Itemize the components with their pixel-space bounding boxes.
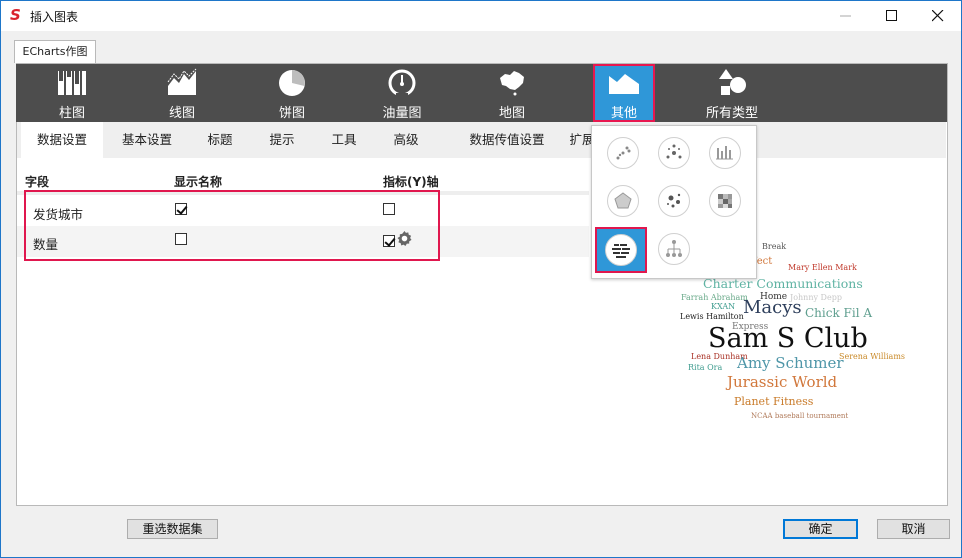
tab-data-passing[interactable]: 数据传值设置 (447, 122, 567, 158)
candlestick-chart-icon (716, 146, 733, 160)
heatmap-chart-option[interactable] (709, 185, 741, 217)
wordcloud-word: Planet Fitness (734, 395, 814, 408)
wordcloud-word: Lewis Hamilton (680, 312, 744, 321)
tool-other-chart[interactable]: 其他 (593, 64, 655, 122)
wordcloud-word: NCAA baseball tournament (751, 412, 849, 420)
tool-line-chart[interactable]: 线图 (147, 64, 217, 122)
wordcloud-word: Jurassic World (727, 373, 838, 391)
tab-advanced[interactable]: 高级 (381, 122, 431, 158)
minimize-icon (840, 15, 851, 17)
wordcloud-word: Macys (743, 297, 802, 318)
wordcloud-word: Sam S Club (708, 323, 868, 354)
wordcloud-word: KXAN (711, 302, 736, 311)
tool-label: 其他 (610, 106, 637, 121)
chart-type-toolbar: 柱图 线图 饼图 油量图 地图 其他 所有类型 (16, 64, 947, 122)
scatter-chart-option[interactable] (607, 137, 639, 169)
minimize-button[interactable] (823, 1, 869, 31)
tool-bar-chart[interactable]: 柱图 (37, 64, 107, 122)
column-header-y-axis: 指标(Y)轴 (383, 175, 439, 189)
tool-label: 地图 (498, 106, 525, 121)
title-bar[interactable]: S 插入图表 (1, 1, 961, 31)
tab-tooltip[interactable]: 提示 (257, 122, 307, 158)
tool-label: 线图 (168, 106, 195, 121)
candlestick-chart-option[interactable] (709, 137, 741, 169)
bar-chart-icon (58, 71, 86, 95)
tab-title[interactable]: 标题 (195, 122, 245, 158)
radar-chart-icon (614, 192, 632, 209)
tool-label: 饼图 (278, 106, 305, 121)
tab-echarts[interactable]: ECharts作图 (14, 40, 96, 63)
tool-all-types[interactable]: 所有类型 (697, 64, 767, 122)
all-types-icon (719, 69, 746, 95)
radial-scatter-option[interactable] (658, 137, 690, 169)
maximize-icon (886, 10, 897, 21)
gauge-chart-icon (388, 69, 416, 97)
wordcloud-word: Mary Ellen Mark (788, 263, 857, 272)
wordcloud-option-button (605, 234, 637, 266)
map-chart-icon (500, 71, 524, 96)
tree-chart-icon (666, 240, 682, 257)
tree-chart-option[interactable] (658, 233, 690, 265)
bubble-chart-option[interactable] (658, 185, 690, 217)
settings-tabs: 数据设置 基本设置 标题 提示 工具 高级 数据传值设置 扩展 (17, 122, 946, 158)
wordcloud-word: Rita Ora (688, 363, 723, 372)
tab-data-settings[interactable]: 数据设置 (21, 122, 103, 158)
tab-tools[interactable]: 工具 (319, 122, 369, 158)
close-button[interactable] (915, 1, 961, 31)
tool-label: 柱图 (58, 106, 85, 121)
app-logo-icon: S (10, 6, 21, 24)
close-icon (931, 9, 944, 22)
cancel-button[interactable]: 取消 (877, 519, 950, 539)
wordcloud-chart-option[interactable] (595, 227, 647, 273)
wordcloud-word: Break (762, 242, 787, 251)
maximize-button[interactable] (869, 1, 915, 31)
tab-basic-settings[interactable]: 基本设置 (110, 122, 184, 158)
tool-label: 所有类型 (705, 106, 758, 121)
tool-map-chart[interactable]: 地图 (477, 64, 547, 122)
field-selection-highlight (24, 190, 440, 261)
wordcloud-chart-icon (612, 244, 630, 258)
column-header-show-name: 显示名称 (174, 175, 223, 189)
scatter-chart-icon (616, 146, 631, 160)
insert-chart-dialog: S 插入图表 ECharts作图 柱图 线图 饼图 油量图 地图 其他 所有类型… (0, 0, 962, 558)
reselect-dataset-button[interactable]: 重选数据集 (127, 519, 218, 539)
pie-chart-icon (279, 70, 305, 96)
radar-chart-option[interactable] (607, 185, 639, 217)
radial-scatter-icon (666, 144, 682, 159)
wordcloud-word: Farrah Abraham (681, 293, 748, 302)
heatmap-chart-icon (718, 194, 732, 208)
other-chart-icon (609, 74, 639, 94)
wordcloud-word: Chick Fil A (805, 306, 873, 320)
other-chart-types-popup (591, 125, 757, 279)
wordcloud-word: Serena Williams (839, 352, 906, 361)
wordcloud-word: Amy Schumer (737, 354, 844, 372)
line-chart-icon (167, 68, 197, 95)
bubble-chart-icon (667, 193, 681, 208)
tool-gauge-chart[interactable]: 油量图 (367, 64, 437, 122)
tool-label: 油量图 (382, 106, 422, 121)
tool-pie-chart[interactable]: 饼图 (257, 64, 327, 122)
ok-button[interactable]: 确定 (783, 519, 858, 539)
column-header-field: 字段 (25, 175, 50, 189)
window-title: 插入图表 (30, 10, 79, 24)
